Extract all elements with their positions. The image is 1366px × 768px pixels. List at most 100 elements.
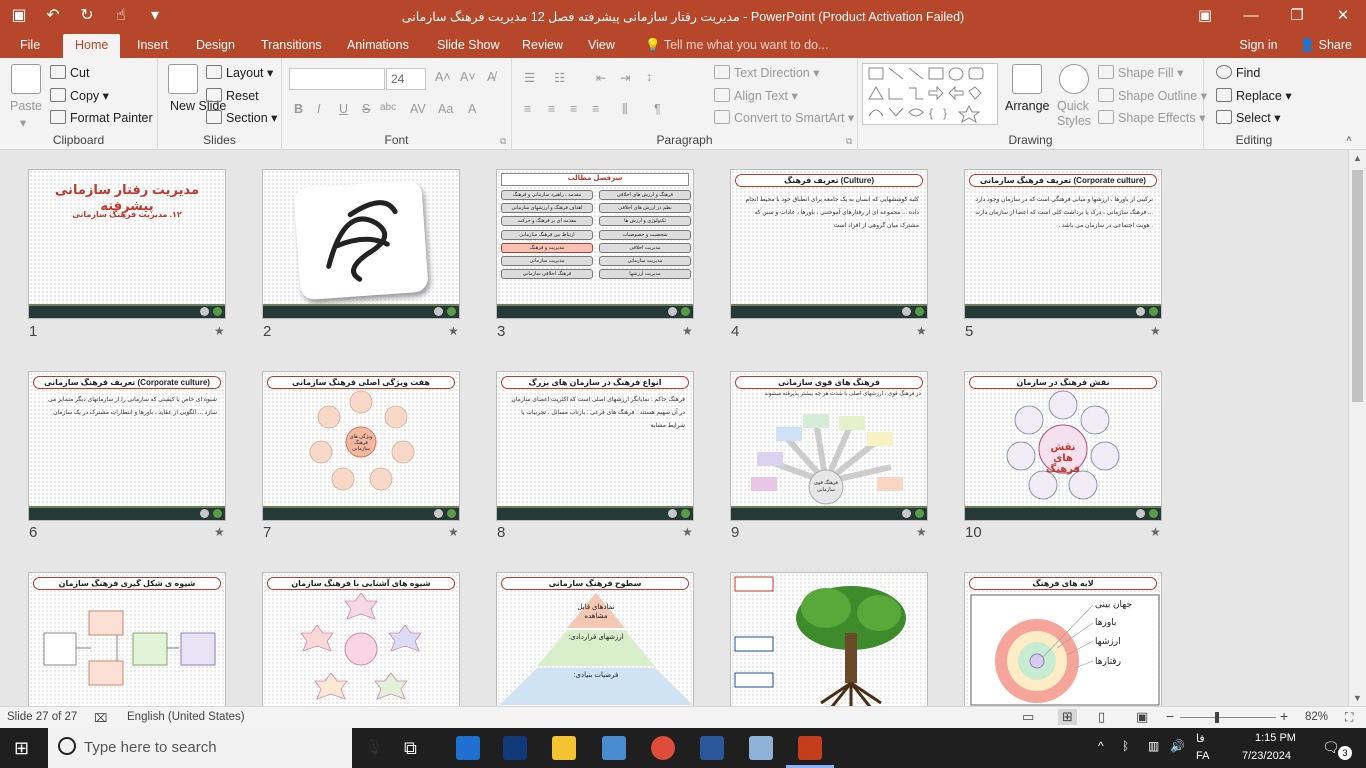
transition-star-icon[interactable]: ★ (448, 324, 459, 338)
reset-button[interactable]: Reset (206, 88, 259, 103)
minimize-icon[interactable]: — (1228, 0, 1274, 32)
quick-styles-button[interactable]: Quick Styles (1057, 99, 1097, 129)
scroll-thumb[interactable] (1352, 170, 1363, 402)
underline-button[interactable]: U (339, 102, 348, 116)
increase-indent-icon[interactable]: ⇥ (620, 70, 630, 85)
ime-indicator[interactable]: فا (1196, 732, 1205, 745)
input-language[interactable]: FA (1196, 750, 1209, 762)
align-center-icon[interactable]: ≡ (548, 102, 555, 116)
decrease-indent-icon[interactable]: ⇤ (596, 70, 606, 85)
close-icon[interactable]: ✕ (1320, 0, 1366, 32)
select-button[interactable]: Select ▾ (1216, 110, 1281, 125)
change-case-icon[interactable]: Aa (438, 102, 453, 116)
word-icon[interactable] (700, 736, 724, 760)
italic-button[interactable]: I (317, 102, 320, 116)
columns-icon[interactable]: ⫼ (622, 102, 628, 117)
slide-thumbnail-7[interactable]: هفت ویژگی اصلی فرهنگ سازمانی ویژگی های ف… (262, 371, 460, 521)
paste-dropdown-icon[interactable]: ▾ (20, 115, 26, 130)
fit-to-window-icon[interactable]: ⛶ (1345, 710, 1353, 725)
normal-view-icon[interactable]: ▭ (1022, 709, 1034, 725)
tab-insert[interactable]: Insert (137, 38, 168, 52)
shape-effects-button[interactable]: Shape Effects ▾ (1098, 110, 1205, 125)
tab-file[interactable]: File (20, 38, 40, 52)
sign-in-link[interactable]: Sign in (1239, 38, 1277, 53)
tell-me-box[interactable]: 💡 Tell me what you want to do... (645, 38, 828, 53)
scroll-down-icon[interactable]: ▼ (1349, 690, 1366, 706)
volume-icon[interactable]: 🔊 (1170, 739, 1185, 753)
zoom-out-icon[interactable]: − (1166, 708, 1174, 724)
justify-icon[interactable]: ≡ (592, 102, 599, 116)
zoom-slider-thumb[interactable] (1215, 712, 1219, 723)
transition-star-icon[interactable]: ★ (682, 525, 693, 539)
arrange-button[interactable]: Arrange (1005, 99, 1049, 113)
slide-thumbnail-10[interactable]: نقش فرهنگ در سازمان نقش های فرهنگ (964, 371, 1162, 521)
taskbar-search[interactable]: Type here to search 🎙 (48, 728, 383, 768)
bold-button[interactable]: B (294, 102, 303, 116)
slide-thumbnail-8[interactable]: انواع فرهنگ در سازمان های بزرگ فرهنگ حاک… (496, 371, 694, 521)
smartart-button[interactable]: Convert to SmartArt ▾ (714, 110, 854, 125)
reading-view-icon[interactable]: ▯ (1098, 709, 1105, 725)
align-text-button[interactable]: Align Text ▾ (714, 88, 798, 103)
tab-transitions[interactable]: Transitions (261, 38, 322, 52)
zoom-slider[interactable] (1180, 717, 1276, 718)
slide-thumbnail-13[interactable]: سطوح فرهنگ سازمانی نمادهای قابل مشاهده ا… (496, 572, 694, 706)
slide-sorter-view-icon[interactable]: ⊞ (1058, 709, 1077, 725)
slide-thumbnail-1[interactable]: مدیریت رفتار سازمانی پیشرفته ۱۲. مدیریت … (28, 169, 226, 319)
grow-font-icon[interactable]: A˄ (435, 70, 451, 84)
bluetooth-app-icon[interactable] (503, 736, 527, 760)
transition-star-icon[interactable]: ★ (682, 324, 693, 338)
scroll-up-icon[interactable]: ▲ (1349, 150, 1366, 166)
ribbon-display-icon[interactable]: ▣ (1182, 0, 1228, 32)
slide-thumbnail-4[interactable]: تعریف فرهنگ (Culture) کلیه کوششهایی که ا… (730, 169, 928, 319)
slide-thumbnail-11[interactable]: شیوه ی شکل گیری فرهنگ سازمان (28, 572, 226, 706)
align-right-icon[interactable]: ≡ (570, 102, 577, 116)
restore-icon[interactable]: ❐ (1274, 0, 1320, 32)
copy-button[interactable]: Copy ▾ (50, 88, 109, 103)
font-name-input[interactable] (289, 68, 385, 90)
spellcheck-icon[interactable]: ⌧ (94, 711, 107, 725)
microphone-icon[interactable]: 🎙 (364, 738, 383, 756)
transition-star-icon[interactable]: ★ (916, 324, 927, 338)
transition-star-icon[interactable]: ★ (916, 525, 927, 539)
slide-thumbnail-9[interactable]: فرهنگ های قوی سازمانی در فرهنگ قوی ، ارز… (730, 371, 928, 521)
numbering-icon[interactable]: ☷ (554, 70, 565, 85)
zoom-in-icon[interactable]: + (1280, 708, 1288, 724)
slide-thumbnail-14[interactable] (730, 572, 928, 706)
clock-date[interactable]: 7/23/2024 (1242, 750, 1291, 762)
chrome-icon[interactable] (651, 736, 675, 760)
paint-icon[interactable] (749, 736, 773, 760)
edge-icon[interactable] (456, 736, 480, 760)
cut-button[interactable]: Cut (50, 65, 89, 80)
slide-thumbnail-6[interactable]: تعریف فرهنگ سازمانی (Corporate culture) … (28, 371, 226, 521)
transition-star-icon[interactable]: ★ (1150, 324, 1161, 338)
shadow-button[interactable]: abc (380, 102, 396, 113)
tab-slide-show[interactable]: Slide Show (437, 38, 500, 52)
share-button[interactable]: 👤 Share (1300, 38, 1352, 53)
shape-fill-button[interactable]: Shape Fill ▾ (1098, 65, 1183, 80)
slide-thumbnail-12[interactable]: شیوه های آشنایی با فرهنگ سازمان (262, 572, 460, 706)
file-explorer-icon[interactable] (552, 736, 576, 760)
slide-sorter[interactable]: مدیریت رفتار سازمانی پیشرفته ۱۲. مدیریت … (0, 150, 1348, 706)
clear-format-icon[interactable]: A̸ (487, 70, 495, 84)
tab-home[interactable]: Home (63, 34, 121, 58)
format-painter-button[interactable]: Format Painter (50, 110, 153, 125)
slide-thumbnail-5[interactable]: تعریف فرهنگ سازمانی (Corporate culture) … (964, 169, 1162, 319)
find-button[interactable]: Find (1216, 65, 1260, 80)
shrink-font-icon[interactable]: A˅ (460, 70, 476, 84)
clock-time[interactable]: 1:15 PM (1255, 732, 1296, 744)
font-color-icon[interactable]: A (468, 102, 476, 116)
tab-animations[interactable]: Animations (347, 38, 409, 52)
shape-outline-button[interactable]: Shape Outline ▾ (1098, 88, 1207, 103)
windows-start-icon[interactable]: ⊞ (14, 738, 29, 759)
transition-star-icon[interactable]: ★ (1150, 525, 1161, 539)
powerpoint-icon[interactable] (798, 736, 822, 760)
slide-thumbnail-15[interactable]: لایه های فرهنگ جهان بینی باورها ارزشها ر… (964, 572, 1162, 706)
vertical-scrollbar[interactable]: ▲ ▼ (1348, 150, 1366, 706)
replace-button[interactable]: Replace ▾ (1216, 88, 1292, 103)
align-left-icon[interactable]: ≡ (524, 102, 531, 116)
text-direction-button[interactable]: Text Direction ▾ (714, 65, 819, 80)
transition-star-icon[interactable]: ★ (214, 324, 225, 338)
layout-button[interactable]: Layout ▾ (206, 65, 273, 80)
task-view-icon[interactable]: ⧉ (404, 738, 417, 759)
zoom-level[interactable]: 82% (1305, 711, 1328, 723)
